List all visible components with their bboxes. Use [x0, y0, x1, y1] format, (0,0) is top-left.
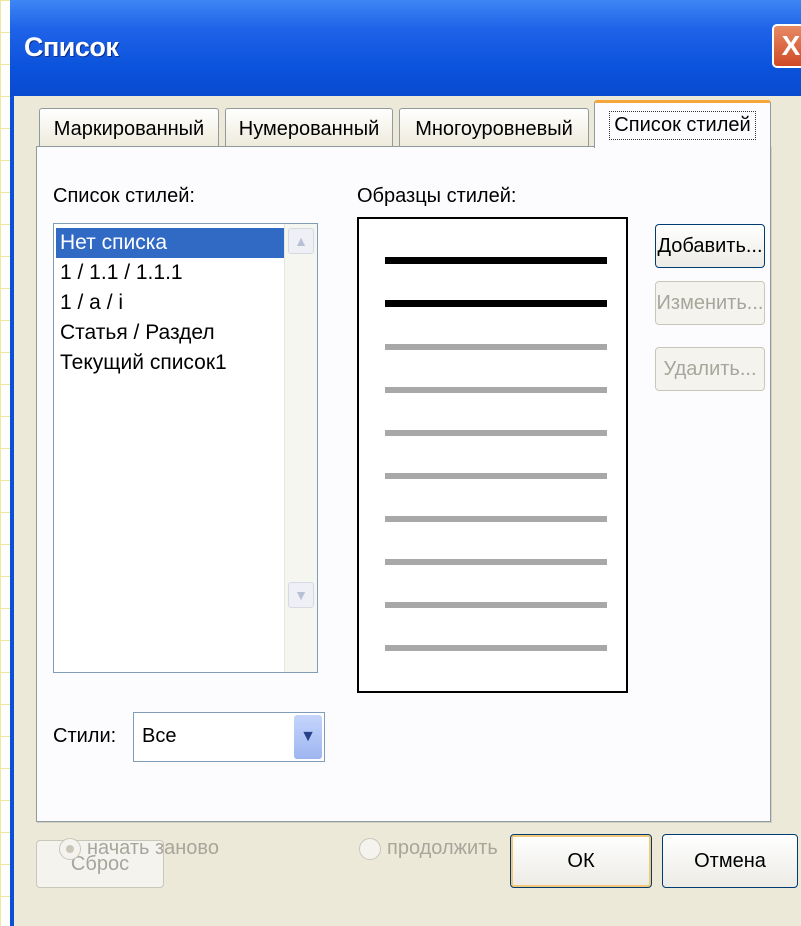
- tab-label: Маркированный: [53, 118, 205, 140]
- styles-listbox[interactable]: Нет списка 1 / 1.1 / 1.1.1 1 / a / i Ста…: [53, 223, 318, 673]
- tab-numbered[interactable]: Нумерованный: [225, 108, 393, 150]
- listbox-scrollbar[interactable]: ▲ ▼: [284, 224, 317, 672]
- style-preview-label: Образцы стилей:: [357, 185, 517, 207]
- add-button[interactable]: Добавить...: [655, 224, 765, 268]
- close-button[interactable]: X: [772, 24, 801, 68]
- list-item[interactable]: 1 / a / i: [56, 288, 284, 318]
- list-item[interactable]: 1 / 1.1 / 1.1.1: [56, 258, 284, 288]
- delete-button[interactable]: Удалить...: [655, 347, 765, 391]
- radio-button-icon: [359, 837, 381, 860]
- dialog-body: Маркированный Нумерованный Многоуровневы…: [14, 96, 801, 926]
- chevron-up-icon[interactable]: ▲: [288, 228, 314, 254]
- tab-bulleted[interactable]: Маркированный: [39, 108, 219, 150]
- preview-line: [385, 300, 607, 307]
- list-item[interactable]: Статья / Раздел: [56, 318, 284, 348]
- styles-filter-select[interactable]: Все ▼: [133, 712, 325, 762]
- style-preview: [357, 217, 628, 693]
- cancel-button[interactable]: Отмена: [662, 834, 798, 888]
- tab-panel: Список стилей: Нет списка 1 / 1.1 / 1.1.…: [36, 146, 771, 860]
- preview-line: [385, 559, 607, 565]
- styles-list-label: Список стилей:: [53, 185, 195, 207]
- title-bar[interactable]: Список X: [10, 0, 801, 96]
- list-item[interactable]: Нет списка: [56, 228, 284, 258]
- preview-line: [385, 473, 607, 479]
- restart-radio[interactable]: начать заново: [59, 837, 219, 860]
- preview-line: [385, 344, 607, 350]
- continue-radio-label: продолжить: [387, 837, 498, 859]
- restart-radio-label: начать заново: [87, 837, 219, 859]
- dialog-title: Список: [24, 32, 119, 62]
- tab-label: Многоуровневый: [415, 118, 573, 140]
- tab-multilevel[interactable]: Многоуровневый: [399, 108, 589, 150]
- radio-button-icon: [59, 837, 81, 860]
- dialog-window: Список X Маркированный Нумерованный Мног…: [10, 0, 801, 926]
- list-item[interactable]: Текущий список1: [56, 348, 284, 378]
- preview-line: [385, 257, 607, 264]
- edit-button[interactable]: Изменить...: [655, 281, 765, 325]
- tab-list-styles[interactable]: Список стилей: [594, 100, 771, 148]
- chevron-down-icon[interactable]: ▼: [294, 715, 322, 759]
- close-icon: X: [781, 30, 801, 61]
- ok-button[interactable]: ОК: [510, 834, 652, 888]
- tab-label: Нумерованный: [238, 118, 380, 140]
- preview-line: [385, 516, 607, 522]
- styles-filter-value: Все: [142, 725, 177, 747]
- styles-filter-label: Стили:: [53, 725, 117, 747]
- chevron-down-icon[interactable]: ▼: [288, 582, 314, 608]
- preview-line: [385, 645, 607, 651]
- continue-radio[interactable]: продолжить: [359, 837, 498, 860]
- preview-line: [385, 602, 607, 608]
- preview-line: [385, 430, 607, 436]
- tab-label: Список стилей: [609, 111, 756, 140]
- preview-line: [385, 387, 607, 393]
